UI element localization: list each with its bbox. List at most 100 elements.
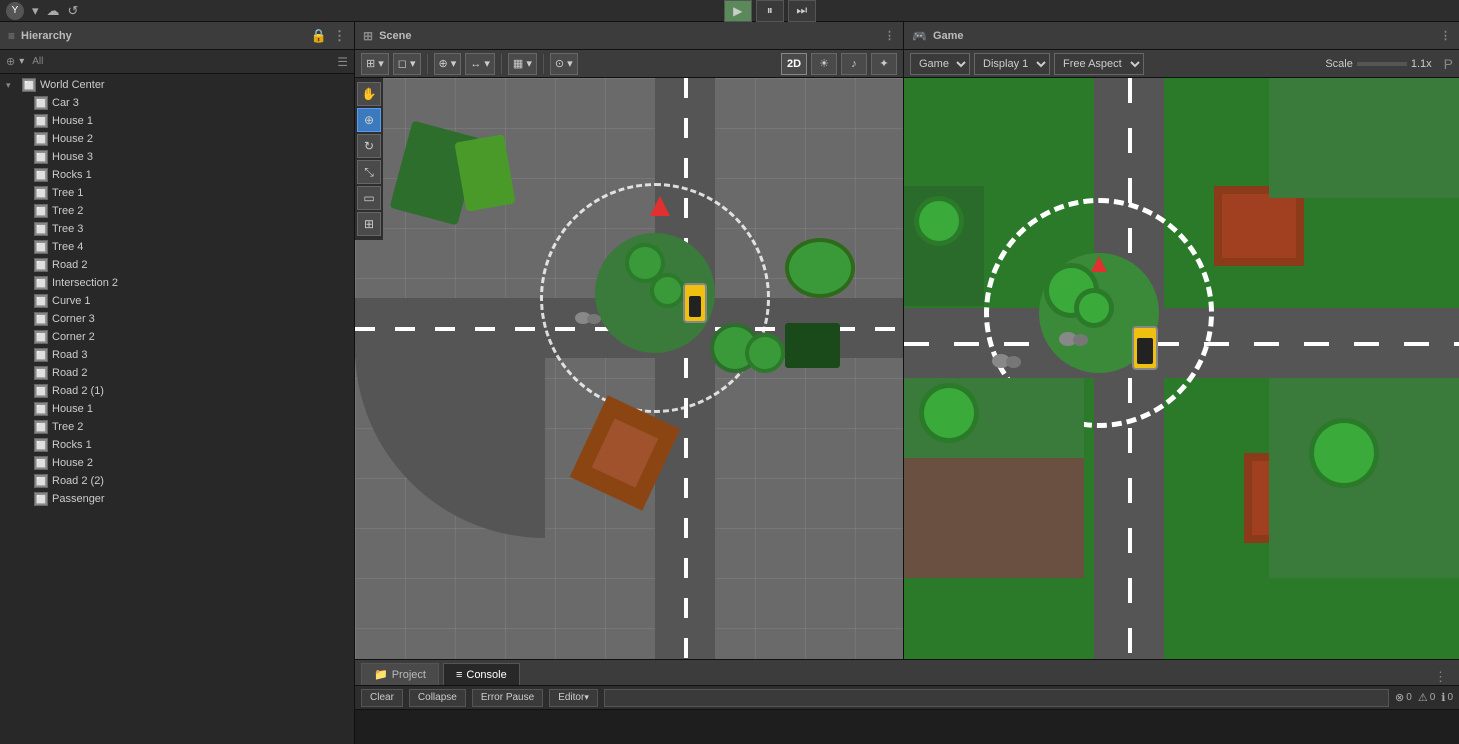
hierarchy-title: Hierarchy — [21, 30, 72, 42]
hierarchy-item-tree4[interactable]: ⬜ Tree 4 — [0, 238, 354, 256]
object-icon: ⬜ — [34, 222, 48, 236]
object-btn[interactable]: ◻ ▾ — [393, 53, 421, 75]
hierarchy-menu-icon[interactable]: ⋮ — [333, 28, 346, 44]
corner-foliage — [785, 323, 840, 368]
hierarchy-list: ▾ ⬜ World Center ⬜ Car 3 ⬜ House 1 ⬜ — [0, 74, 354, 744]
top-bar: Y ▾ ☁ ↺ ▶ ⏸ ⏭ — [0, 0, 1459, 22]
maximize-btn[interactable]: P — [1444, 56, 1453, 72]
scale-tool[interactable]: ⤡ — [357, 160, 381, 184]
transform-tool[interactable]: ⊞ — [357, 212, 381, 236]
hier-label: Curve 1 — [52, 295, 91, 307]
bottom-menu-icon[interactable]: ⋮ — [1434, 669, 1453, 685]
hierarchy-item-road2-1[interactable]: ⬜ Road 2 (1) — [0, 382, 354, 400]
hierarchy-item-tree3[interactable]: ⬜ Tree 3 — [0, 220, 354, 238]
display-select[interactable]: Display 1 — [974, 53, 1050, 75]
hierarchy-item-house2[interactable]: ⬜ House 2 — [0, 130, 354, 148]
gv-house-1 — [1214, 186, 1304, 266]
bottom-panel: 📁 Project ≡ Console ⋮ Clear Collapse Err… — [355, 659, 1459, 744]
gv-rocks-2 — [1059, 328, 1087, 348]
hier-label: Tree 1 — [52, 187, 83, 199]
hierarchy-item-house1[interactable]: ⬜ House 1 — [0, 112, 354, 130]
error-icon: ⊗ — [1395, 691, 1404, 704]
error-badge[interactable]: ⊗ 0 — [1395, 691, 1412, 704]
hierarchy-lock-icon[interactable]: 🔒 — [311, 28, 327, 44]
hierarchy-item-house1b[interactable]: ⬜ House 1 — [0, 400, 354, 418]
history-icon[interactable]: ↺ — [68, 3, 79, 19]
hierarchy-item-tree1[interactable]: ⬜ Tree 1 — [0, 184, 354, 202]
hier-label: Tree 2 — [52, 421, 83, 433]
hier-label: Car 3 — [52, 97, 79, 109]
hierarchy-add-icon[interactable]: ☰ — [337, 55, 348, 69]
bottom-tabs: 📁 Project ≡ Console ⋮ — [355, 660, 1459, 686]
world-btn[interactable]: ↔ ▾ — [465, 53, 495, 75]
lighting-btn[interactable]: ☀ — [811, 53, 837, 75]
hierarchy-item-tree2b[interactable]: ⬜ Tree 2 — [0, 418, 354, 436]
hierarchy-item-corner3[interactable]: ⬜ Corner 3 — [0, 310, 354, 328]
warning-badge[interactable]: ⚠ 0 — [1418, 691, 1435, 704]
audio-btn[interactable]: ♪ — [841, 53, 867, 75]
hierarchy-item-road2[interactable]: ⬜ Road 2 — [0, 256, 354, 274]
tab-project[interactable]: 📁 Project — [361, 663, 439, 685]
hier-label: Tree 3 — [52, 223, 83, 235]
hierarchy-item-tree2[interactable]: ⬜ Tree 2 — [0, 202, 354, 220]
hier-label: House 3 — [52, 151, 93, 163]
game-select[interactable]: Game — [910, 53, 970, 75]
hierarchy-item-car3[interactable]: ⬜ Car 3 — [0, 94, 354, 112]
hier-label: Rocks 1 — [52, 439, 92, 451]
hierarchy-item-corner2[interactable]: ⬜ Corner 2 — [0, 328, 354, 346]
object-icon: ⬜ — [34, 402, 48, 416]
object-icon: ⬜ — [34, 186, 48, 200]
move-tool[interactable]: ⊕ — [357, 108, 381, 132]
hierarchy-item-passenger[interactable]: ⬜ Passenger — [0, 490, 354, 508]
tree-scene-2 — [650, 273, 685, 308]
hier-label: House 1 — [52, 115, 93, 127]
hierarchy-item-intersection2[interactable]: ⬜ Intersection 2 — [0, 274, 354, 292]
hand-tool[interactable]: ✋ — [357, 82, 381, 106]
gizmo-btn[interactable]: ⊙ ▾ — [550, 53, 578, 75]
fx-btn[interactable]: ✦ — [871, 53, 897, 75]
rect-tool[interactable]: ▭ — [357, 186, 381, 210]
collapse-button[interactable]: Collapse — [409, 689, 466, 707]
hierarchy-item-curve1[interactable]: ⬜ Curve 1 — [0, 292, 354, 310]
gv-green-br — [1269, 378, 1459, 578]
account-icon[interactable]: ▾ — [32, 3, 39, 19]
console-search[interactable] — [604, 689, 1389, 707]
hierarchy-item-road2-2[interactable]: ⬜ Road 2 (2) — [0, 472, 354, 490]
rotate-tool[interactable]: ↻ — [357, 134, 381, 158]
cloud-icon[interactable]: ☁ — [47, 3, 60, 19]
grid-btn[interactable]: ▦ ▾ — [508, 53, 537, 75]
foliage-1 — [785, 238, 855, 298]
hierarchy-item-house2b[interactable]: ⬜ House 2 — [0, 454, 354, 472]
hierarchy-item-house3[interactable]: ⬜ House 3 — [0, 148, 354, 166]
hierarchy-item-rocks1[interactable]: ⬜ Rocks 1 — [0, 166, 354, 184]
scale-slider[interactable] — [1357, 62, 1407, 66]
aspect-select[interactable]: Free Aspect — [1054, 53, 1144, 75]
hier-label: Tree 4 — [52, 241, 83, 253]
info-badge[interactable]: ℹ 0 — [1441, 691, 1453, 704]
editor-dropdown[interactable]: Editor — [549, 689, 598, 707]
bottom-toolbar: Clear Collapse Error Pause Editor ⊗ 0 ⚠ … — [355, 686, 1459, 710]
hierarchy-dropdown[interactable]: ▾ — [19, 56, 24, 67]
hier-label: Road 2 (1) — [52, 385, 104, 397]
road-center-dash-v — [684, 78, 688, 659]
game-menu-icon[interactable]: ⋮ — [1440, 29, 1451, 42]
pivot-btn[interactable]: ⊕ ▾ — [434, 53, 462, 75]
hierarchy-item-rocks1b[interactable]: ⬜ Rocks 1 — [0, 436, 354, 454]
play-button[interactable]: ▶ — [724, 0, 752, 22]
hierarchy-item-road3[interactable]: ⬜ Road 3 — [0, 346, 354, 364]
transform-mode-btn[interactable]: ⊞ ▾ — [361, 53, 389, 75]
error-pause-button[interactable]: Error Pause — [472, 689, 543, 707]
rocks-scene — [575, 308, 603, 328]
playback-controls: ▶ ⏸ ⏭ — [724, 0, 816, 22]
hierarchy-item-world-center[interactable]: ▾ ⬜ World Center — [0, 76, 354, 94]
scene-viewport[interactable]: ✋ ⊕ ↻ ⤡ ▭ ⊞ — [355, 78, 903, 659]
step-button[interactable]: ⏭ — [788, 0, 816, 22]
hierarchy-item-road2b[interactable]: ⬜ Road 2 — [0, 364, 354, 382]
info-icon: ℹ — [1441, 691, 1445, 704]
pause-button[interactable]: ⏸ — [756, 0, 784, 22]
tab-console[interactable]: ≡ Console — [443, 663, 520, 685]
clear-button[interactable]: Clear — [361, 689, 403, 707]
2d-toggle[interactable]: 2D — [781, 53, 807, 75]
hier-label: World Center — [40, 79, 105, 91]
scene-menu-icon[interactable]: ⋮ — [884, 29, 895, 42]
